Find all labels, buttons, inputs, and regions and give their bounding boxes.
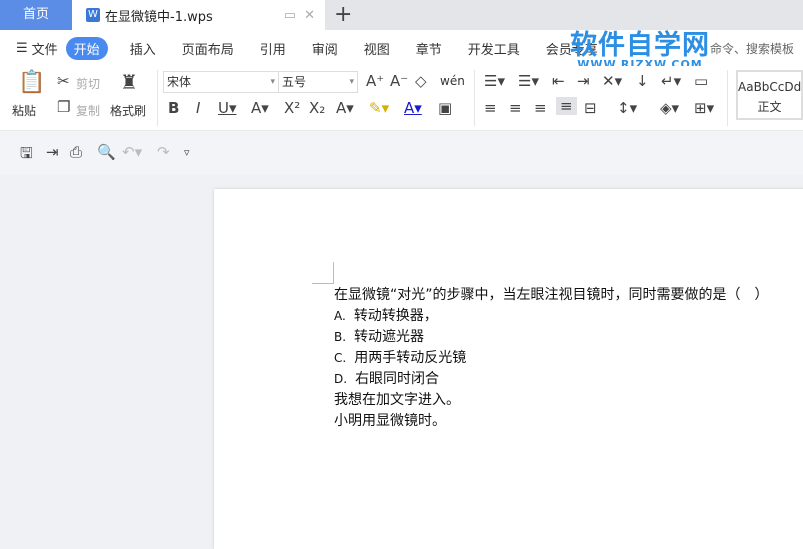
option-c: C. 用两手转动反光镜 bbox=[334, 350, 467, 366]
align-center-icon[interactable]: ≡ bbox=[509, 99, 522, 117]
print-icon[interactable]: ⎙ bbox=[70, 143, 82, 161]
menu-file[interactable]: 文件 bbox=[32, 39, 58, 58]
hamburger-icon[interactable]: ☰ bbox=[16, 41, 28, 56]
justify-icon[interactable]: ≡ bbox=[556, 97, 577, 115]
question-text: 在显微镜“对光”的步骤中，当左眼注视目镜时，同时需要做的是（ ） bbox=[334, 287, 769, 303]
customize-dropdown-icon[interactable]: ▿ bbox=[184, 146, 190, 159]
quick-access-toolbar: 🖫 ⇥ ⎙ 🔍 ↶▾ ↷ ▿ bbox=[0, 130, 803, 175]
command-search[interactable]: 命令、搜索模板 bbox=[710, 40, 794, 57]
menu-section[interactable]: 章节 bbox=[416, 39, 442, 58]
clear-format-icon[interactable]: ◇ bbox=[415, 72, 427, 90]
print-preview-icon[interactable]: 🔍 bbox=[97, 143, 116, 161]
menu-page-layout[interactable]: 页面布局 bbox=[182, 39, 234, 58]
paste-icon[interactable]: 📋 bbox=[18, 70, 45, 95]
char-border-icon[interactable]: ▣ bbox=[438, 99, 452, 117]
align-left-icon[interactable]: ≡ bbox=[484, 99, 497, 117]
watermark-logo: 软件自学网 WWW.RJZXW.COM bbox=[570, 30, 710, 71]
format-painter-button[interactable]: 格式刷 bbox=[110, 102, 146, 119]
grow-font-icon[interactable]: A⁺ bbox=[366, 72, 384, 90]
shading-icon[interactable]: ◈▾ bbox=[660, 99, 679, 117]
option-a: A. 转动转换器， bbox=[334, 308, 438, 324]
shrink-font-icon[interactable]: A⁻ bbox=[390, 72, 408, 90]
copy-button[interactable]: 复制 bbox=[76, 102, 100, 119]
bold-icon[interactable]: B bbox=[168, 99, 179, 117]
ribbon-toolbar: 📋 粘贴 ✂ 剪切 ❐ 复制 ♜ 格式刷 宋体 五号 A⁺ A⁻ ◇ wén B… bbox=[0, 66, 803, 130]
decrease-indent-icon[interactable]: ⇤ bbox=[552, 72, 565, 90]
export-pdf-icon[interactable]: ⇥ bbox=[46, 143, 59, 161]
redo-icon[interactable]: ↷ bbox=[157, 143, 170, 161]
pin-window-icon[interactable]: ▭ bbox=[284, 8, 296, 23]
underline-icon[interactable]: U▾ bbox=[218, 99, 237, 117]
text-effect-icon[interactable]: A▾ bbox=[336, 99, 354, 117]
style-normal[interactable]: AaBbCcDd 正文 bbox=[736, 70, 803, 120]
new-tab-button[interactable]: + bbox=[334, 2, 352, 27]
document-tab-title: 在显微镜中-1.wps bbox=[105, 9, 213, 25]
menu-references[interactable]: 引用 bbox=[260, 39, 286, 58]
chinese-layout-icon[interactable]: ✕▾ bbox=[602, 72, 622, 90]
paragraph: 小明用显微镜时。 bbox=[334, 413, 446, 429]
margin-marker bbox=[312, 262, 334, 284]
cut-icon: ✂ bbox=[57, 72, 70, 90]
table-ruler-icon[interactable]: ▭ bbox=[694, 72, 708, 90]
menu-view[interactable]: 视图 bbox=[364, 39, 390, 58]
borders-icon[interactable]: ⊞▾ bbox=[694, 99, 714, 117]
pinyin-guide-button[interactable]: wén bbox=[440, 74, 465, 88]
font-name-select[interactable]: 宋体 bbox=[163, 71, 279, 93]
close-tab-icon[interactable]: ✕ bbox=[304, 8, 315, 23]
distribute-icon[interactable]: ⊟ bbox=[584, 99, 597, 117]
paste-button[interactable]: 粘贴 bbox=[12, 102, 36, 119]
undo-icon[interactable]: ↶▾ bbox=[122, 143, 142, 161]
copy-icon: ❐ bbox=[57, 98, 71, 116]
increase-indent-icon[interactable]: ⇥ bbox=[577, 72, 590, 90]
highlight-icon[interactable]: ✎▾ bbox=[369, 99, 389, 117]
style-name: 正文 bbox=[757, 100, 782, 114]
menu-review[interactable]: 审阅 bbox=[312, 39, 338, 58]
strikethrough-icon[interactable]: A▾ bbox=[251, 99, 269, 117]
format-painter-icon: ♜ bbox=[120, 70, 138, 94]
align-right-icon[interactable]: ≡ bbox=[534, 99, 547, 117]
tab-document[interactable]: W 在显微镜中-1.wps ▭ ✕ bbox=[72, 0, 325, 30]
document-body[interactable]: 在显微镜“对光”的步骤中，当左眼注视目镜时，同时需要做的是（ ） A. 转动转换器… bbox=[334, 285, 769, 432]
menu-insert[interactable]: 插入 bbox=[130, 39, 156, 58]
tab-home[interactable]: 首页 bbox=[0, 0, 72, 30]
menu-home[interactable]: 开始 bbox=[65, 36, 108, 60]
bullet-list-icon[interactable]: ☰▾ bbox=[484, 72, 505, 90]
font-size-select[interactable]: 五号 bbox=[278, 71, 358, 93]
sort-icon[interactable]: ↓ bbox=[636, 72, 649, 90]
wps-writer-icon: W bbox=[86, 8, 100, 22]
save-icon[interactable]: 🖫 bbox=[20, 143, 33, 168]
superscript-icon[interactable]: X² bbox=[284, 99, 300, 117]
subscript-icon[interactable]: X₂ bbox=[309, 99, 325, 117]
style-preview: AaBbCcDd bbox=[738, 80, 802, 94]
menu-developer[interactable]: 开发工具 bbox=[468, 39, 520, 58]
italic-icon[interactable]: I bbox=[196, 99, 200, 117]
show-marks-icon[interactable]: ↵▾ bbox=[661, 72, 681, 90]
numbered-list-icon[interactable]: ☰▾ bbox=[518, 72, 539, 90]
option-b: B. 转动遮光器 bbox=[334, 329, 425, 345]
option-d: D. 右眼同时闭合 bbox=[334, 371, 440, 387]
paragraph: 我想在加文字进入。 bbox=[334, 392, 460, 408]
line-spacing-icon[interactable]: ↕▾ bbox=[617, 99, 637, 117]
cut-button[interactable]: 剪切 bbox=[76, 75, 100, 92]
font-color-icon[interactable]: A▾ bbox=[404, 99, 422, 117]
